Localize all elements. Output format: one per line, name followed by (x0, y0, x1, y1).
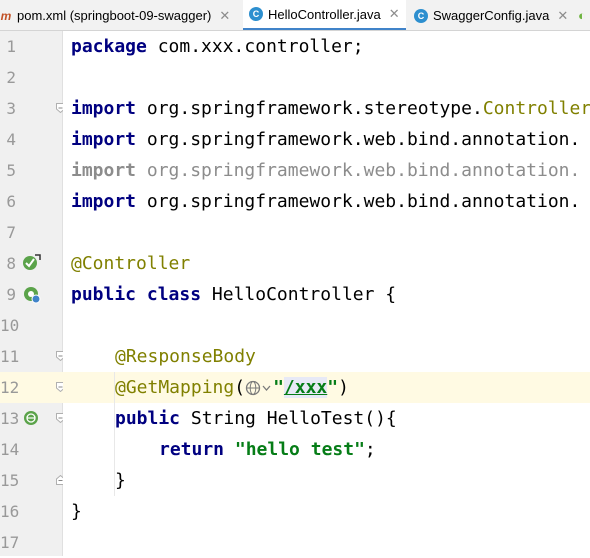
code-line-9[interactable]: public class HelloController { (71, 279, 396, 310)
code-text: org.springframework.web.bind.annotation. (136, 129, 581, 150)
code-line-8[interactable]: @Controller (71, 248, 190, 279)
code-line-16[interactable]: } (71, 496, 82, 527)
line-number: 3 (6, 99, 16, 118)
editor-gutter: 1 2 3 4 5 6 7 8 9 10 11 12 13 14 15 16 1… (0, 31, 65, 556)
code-line-14[interactable]: return "hello test"; (159, 434, 376, 465)
code-text: com.xxx.controller; (146, 36, 364, 57)
line-number: 5 (6, 161, 16, 180)
line-number: 2 (6, 68, 16, 87)
line-number: 12 (0, 378, 20, 397)
url-link[interactable]: /xxx (283, 377, 328, 398)
line-number: 1 (6, 37, 16, 56)
annotation: @GetMapping (115, 377, 235, 398)
keyword: public (71, 284, 137, 305)
line-number: 8 (6, 254, 16, 273)
java-class-icon: C (249, 7, 263, 21)
line-number: 13 (0, 409, 20, 428)
web-endpoint-icon[interactable] (22, 408, 42, 428)
line-number: 14 (0, 440, 20, 459)
line-number: 16 (0, 502, 20, 521)
tab-hello-controller[interactable]: C HelloController.java ✕ (243, 0, 406, 30)
line-number: 15 (0, 471, 20, 490)
close-icon[interactable]: ✕ (219, 8, 230, 24)
code-text: } (115, 470, 126, 491)
spring-icon: ◐ (578, 8, 586, 23)
tab-more[interactable]: ◐ (578, 0, 590, 30)
close-icon[interactable]: ✕ (557, 8, 568, 24)
code-text: org.springframework.web.bind.annotation. (136, 191, 581, 212)
tab-label: pom.xml (springboot-09-swagger) (17, 8, 212, 23)
line-number: 4 (6, 130, 16, 149)
code-text: org.springframework.web.bind.annotation. (136, 160, 581, 181)
spring-bean-icon[interactable] (22, 253, 42, 273)
code-line-5[interactable]: import org.springframework.web.bind.anno… (71, 155, 580, 186)
code-text: } (71, 501, 82, 522)
keyword: public (115, 408, 181, 429)
line-number: 9 (6, 285, 16, 304)
keyword: import (71, 160, 137, 181)
keyword: import (71, 129, 137, 150)
keyword: import (71, 98, 137, 119)
keyword: class (146, 284, 202, 305)
code-text: Controller (482, 98, 590, 119)
keyword: return (159, 439, 225, 460)
code-line-3[interactable]: import org.springframework.stereotype.Co… (71, 93, 590, 124)
code-line-15[interactable]: } (115, 465, 126, 496)
code-editor[interactable]: package com.xxx.controller; import org.s… (63, 31, 590, 556)
close-icon[interactable]: ✕ (389, 6, 400, 22)
globe-dropdown-icon[interactable] (245, 379, 273, 397)
annotation: @ResponseBody (115, 346, 256, 367)
keyword: import (71, 191, 137, 212)
annotation: @Controller (71, 253, 191, 274)
tab-label: SwaggerConfig.java (433, 8, 550, 23)
code-text: org.springframework.stereotype. (136, 98, 483, 119)
code-text: ; (364, 439, 376, 460)
code-line-1[interactable]: package com.xxx.controller; (71, 31, 364, 62)
line-number: 17 (0, 533, 20, 552)
line-number: 7 (6, 223, 16, 242)
code-line-13[interactable]: public String HelloTest(){ (115, 403, 397, 434)
string-literal: "hello test" (234, 439, 365, 460)
editor-tab-bar: m pom.xml (springboot-09-swagger) ✕ C He… (0, 0, 590, 31)
java-class-icon: C (414, 8, 428, 23)
tab-label: HelloController.java (268, 6, 381, 22)
spring-mapping-icon[interactable] (22, 284, 42, 304)
code-text: String HelloTest(){ (180, 408, 397, 429)
code-line-6[interactable]: import org.springframework.web.bind.anno… (71, 186, 580, 217)
code-line-12[interactable]: @GetMapping( "/xxx") (115, 372, 349, 403)
code-text: HelloController { (201, 284, 397, 305)
code-text: " (273, 377, 284, 398)
code-line-4[interactable]: import org.springframework.web.bind.anno… (71, 124, 580, 155)
maven-icon: m (0, 8, 12, 23)
code-text: " (327, 377, 339, 398)
tab-pom-xml[interactable]: m pom.xml (springboot-09-swagger) ✕ (0, 0, 242, 30)
line-number: 6 (6, 192, 16, 211)
keyword: package (71, 36, 147, 57)
code-text: ( (234, 377, 246, 398)
code-line-11[interactable]: @ResponseBody (115, 341, 256, 372)
line-number: 11 (0, 347, 20, 366)
line-number: 10 (0, 316, 20, 335)
code-text: ) (338, 377, 349, 398)
tab-swagger-config[interactable]: C SwaggerConfig.java ✕ (410, 0, 580, 30)
